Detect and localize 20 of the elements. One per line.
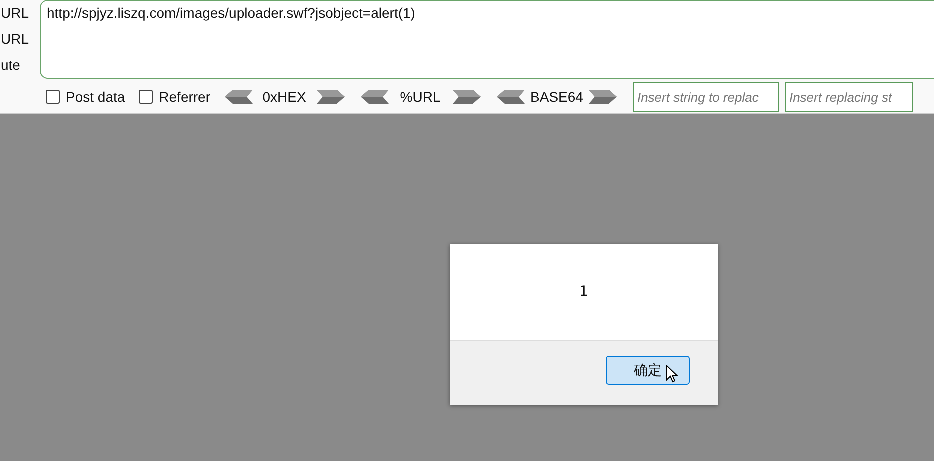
encoder-label: 0xHEX — [262, 89, 308, 106]
side-label: URL — [0, 4, 30, 22]
right-arrow-icon[interactable] — [452, 90, 481, 104]
alert-message: 1 — [580, 284, 588, 300]
right-arrow-icon[interactable] — [589, 90, 618, 104]
left-arrow-icon[interactable] — [224, 90, 253, 104]
encoder-label: %URL — [399, 89, 442, 106]
left-arrow-icon[interactable] — [360, 90, 389, 104]
cursor-icon — [666, 365, 678, 383]
right-arrow-icon[interactable] — [316, 90, 345, 104]
ok-button[interactable]: 确定 — [606, 356, 690, 385]
encoder-label: BASE64 — [530, 89, 584, 106]
option-checkbox[interactable]: Referrer — [139, 89, 211, 106]
option-checkbox[interactable]: Post data — [46, 89, 126, 106]
side-label: ute — [0, 56, 22, 74]
url-field[interactable]: http://spjyz.liszq.com/images/uploader.swf?jsobject=alert(1) — [40, 0, 934, 79]
side-label: URL — [0, 30, 30, 48]
replace-field[interactable]: Insert string to replac — [633, 82, 780, 112]
left-arrow-icon[interactable] — [496, 90, 525, 104]
replace-field[interactable]: Insert replacing st — [785, 82, 914, 112]
